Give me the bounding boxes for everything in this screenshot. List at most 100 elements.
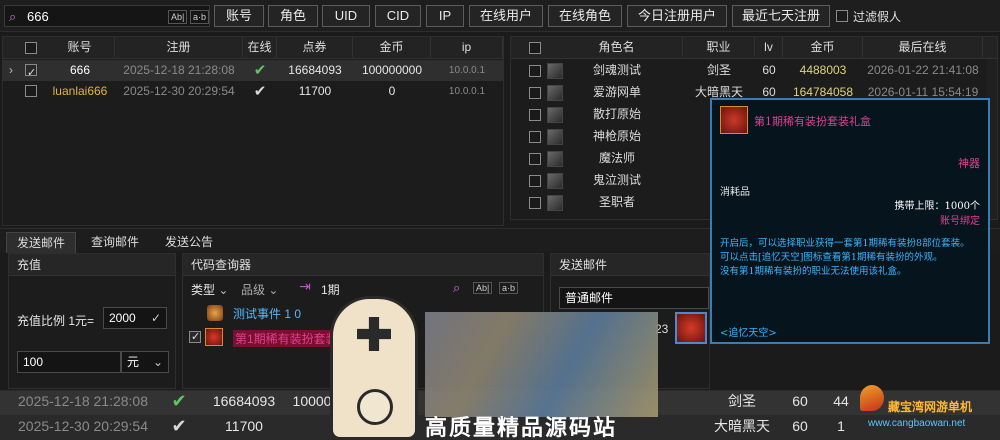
col-registered[interactable]: 注册 — [115, 37, 243, 57]
tab-announcement[interactable]: 发送公告 — [154, 232, 224, 253]
gift-box-icon — [205, 328, 223, 346]
gift-box-icon — [720, 106, 748, 134]
accounts-table: 账号 注册 在线 点券 金币 ip › 666 2025-12-18 21:28… — [2, 36, 504, 226]
toolbar: ⌕ 666 Ab| a·b 账号 角色 UID CID IP 在线用户 在线角色… — [0, 0, 1000, 32]
col-role-gold[interactable]: 金币 — [783, 37, 863, 57]
col-online[interactable]: 在线 — [243, 37, 277, 57]
cell-gold: 10000 — [292, 393, 332, 409]
ip-button[interactable]: IP — [426, 5, 464, 27]
ratio-value: 2000 — [109, 311, 136, 325]
overlay-banner: 高质量精品源码站 — [425, 416, 618, 440]
col-job[interactable]: 职业 — [683, 37, 755, 57]
cell-coupons: 16684093 — [212, 393, 276, 409]
row-checkbox[interactable] — [529, 175, 541, 187]
amount-input[interactable]: 100 — [17, 351, 121, 373]
period-value: 1期 — [321, 283, 340, 297]
watermark-logo-icon — [860, 385, 884, 411]
whole-word-toggle[interactable]: a·b — [190, 10, 210, 24]
col-lv[interactable]: lv — [755, 37, 783, 57]
col-gold[interactable]: 金币 — [353, 37, 431, 57]
type-dropdown[interactable]: 类型 ⌄ — [191, 280, 228, 300]
row-checkbox[interactable] — [529, 65, 541, 77]
select-all-checkbox[interactable] — [25, 42, 37, 54]
cell-coupons: 11700 — [225, 418, 263, 434]
row-checkbox[interactable] — [529, 87, 541, 99]
unit-value: 元 — [127, 355, 140, 369]
grade-dropdown[interactable]: 品级 ⌄ — [241, 280, 278, 300]
grade-label: 品级 — [241, 283, 266, 297]
cell-name: 圣职者 — [598, 195, 635, 209]
online-roles-button[interactable]: 在线角色 — [548, 5, 622, 27]
online-check-icon: ✔ — [171, 416, 187, 436]
row-checkbox[interactable] — [529, 131, 541, 143]
role-button[interactable]: 角色 — [268, 5, 318, 27]
whole-word-toggle[interactable]: a·b — [499, 282, 519, 294]
cell-date: 2025-12-30 20:29:54 — [18, 418, 148, 434]
cell-lv: 60 — [792, 418, 808, 434]
row-checkbox[interactable] — [25, 85, 37, 97]
item-label: 测试事件 1 0 — [233, 307, 302, 321]
row-pointer-icon: › — [9, 63, 13, 77]
match-case-toggle[interactable]: Ab| — [473, 282, 493, 294]
online-check-icon: ✔ — [171, 391, 187, 411]
cell-job: 剑圣 — [728, 393, 756, 409]
cid-button[interactable]: CID — [375, 5, 421, 27]
cell-name: 散打原始 — [592, 107, 641, 121]
cell-name: 鬼泣测试 — [592, 173, 641, 187]
online-users-button[interactable]: 在线用户 — [469, 5, 543, 27]
col-ip[interactable]: ip — [431, 37, 503, 57]
tooltip-description: 开启后，可以选择职业获得一套第1期稀有装扮8部位套装。 可以点击[追忆天空]图标查… — [720, 238, 970, 277]
table-row[interactable]: 剑魂测试 剑圣 60 4488003 2026-01-22 21:41:08 — [511, 60, 987, 82]
ratio-input[interactable]: 2000 ✓ — [103, 307, 167, 329]
cell-registered: 2025-12-30 20:29:54 — [123, 84, 235, 98]
item-checkbox[interactable] — [189, 331, 201, 343]
match-case-toggle[interactable]: Ab| — [168, 10, 188, 24]
filter-fake-label: 过滤假人 — [853, 10, 902, 24]
cell-account: 666 — [69, 63, 91, 77]
uid-button[interactable]: UID — [322, 5, 370, 27]
import-icon[interactable]: ⇥ — [295, 278, 315, 298]
col-role-name[interactable]: 角色名 — [551, 37, 683, 57]
confirm-check-icon[interactable]: ✓ — [151, 308, 161, 328]
tooltip-category: 消耗品 — [720, 187, 750, 198]
col-account[interactable]: 账号 — [45, 37, 115, 57]
col-last-online[interactable]: 最后在线 — [863, 37, 983, 57]
search-icon[interactable]: ⌕ — [453, 280, 460, 296]
col-coupons[interactable]: 点券 — [277, 37, 353, 57]
today-registered-button[interactable]: 今日注册用户 — [627, 5, 727, 27]
cell-gold: 4488003 — [799, 63, 847, 77]
send-mail-title: 发送邮件 — [551, 254, 709, 276]
chevron-down-icon: ⌄ — [268, 283, 279, 297]
buttons-icon — [357, 389, 393, 425]
search-value: 666 — [27, 9, 49, 24]
select-all-roles-checkbox[interactable] — [529, 42, 541, 54]
account-button[interactable]: 账号 — [214, 5, 264, 27]
mail-attachment-icon[interactable] — [675, 312, 707, 344]
cell-registered: 2025-12-18 21:28:08 — [123, 63, 235, 77]
row-checkbox[interactable] — [529, 197, 541, 209]
tab-send-mail[interactable]: 发送邮件 — [6, 232, 76, 253]
unit-select[interactable]: 元 ⌄ — [121, 351, 169, 373]
cell-ip: 10.0.0.1 — [448, 65, 486, 76]
mail-type-select[interactable]: 普通邮件 — [559, 287, 709, 309]
cell-lv: 60 — [762, 63, 776, 77]
cell-job: 大暗黑天 — [714, 418, 770, 434]
recent-7days-button[interactable]: 最近七天注册 — [732, 5, 830, 27]
row-checkbox[interactable] — [25, 64, 37, 76]
row-checkbox[interactable] — [529, 153, 541, 165]
search-input[interactable]: ⌕ 666 Ab| a·b — [4, 5, 210, 27]
cell-job: 剑圣 — [706, 63, 731, 77]
cell-lv: 60 — [792, 393, 808, 409]
tab-query-mail[interactable]: 查询邮件 — [80, 232, 150, 253]
tooltip-title: 第1期稀有装扮套装礼盒 — [754, 115, 871, 128]
table-row[interactable]: luanlai666 2025-12-30 20:29:54 ✔ 11700 0… — [3, 81, 503, 102]
table-row[interactable]: › 666 2025-12-18 21:28:08 ✔ 16684093 100… — [3, 60, 503, 81]
tooltip-grade: 神器 — [958, 157, 980, 170]
ratio-label: 充值比例 1元= — [17, 314, 95, 328]
cell-name: 神枪原始 — [592, 129, 641, 143]
row-checkbox[interactable] — [529, 109, 541, 121]
filter-fake-checkbox[interactable] — [836, 10, 848, 22]
chevron-down-icon: ⌄ — [152, 355, 163, 369]
cell-gold: 0 — [388, 84, 396, 98]
blurred-region — [425, 312, 658, 417]
